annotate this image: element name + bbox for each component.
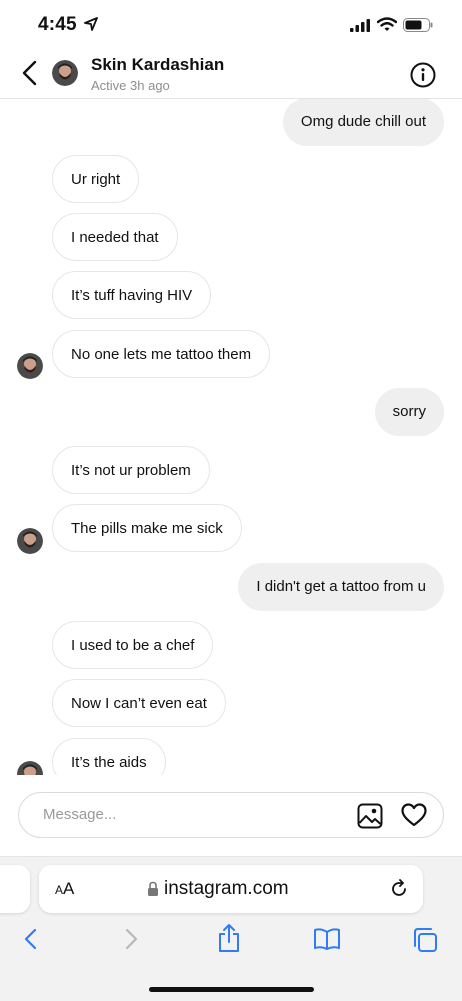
lock-icon	[148, 881, 158, 896]
message-composer	[18, 792, 444, 838]
home-indicator[interactable]	[149, 987, 314, 992]
reload-icon[interactable]	[389, 879, 409, 899]
heart-icon[interactable]	[401, 803, 427, 827]
message-bubble-incoming[interactable]: It’s the aids	[52, 738, 166, 775]
status-bar: 4:45	[0, 0, 462, 50]
cellular-signal-icon	[350, 19, 370, 32]
message-thread[interactable]: Omg dude chill out Ur right I needed tha…	[0, 99, 462, 775]
text-size-button[interactable]: AA	[55, 879, 74, 899]
tabs-icon[interactable]	[412, 927, 438, 953]
status-time: 4:45	[38, 14, 77, 35]
message-input[interactable]	[41, 805, 345, 824]
message-bubble-incoming[interactable]: It’s not ur problem	[52, 446, 210, 494]
share-icon[interactable]	[217, 923, 241, 953]
wifi-icon	[377, 17, 397, 31]
browser-forward-icon[interactable]	[122, 927, 140, 951]
contact-name[interactable]: Skin Kardashian	[91, 55, 224, 75]
message-bubble-incoming[interactable]: Now I can’t even eat	[52, 679, 226, 727]
message-bubble-incoming[interactable]: It’s tuff having HIV	[52, 271, 212, 319]
message-bubble-incoming[interactable]: I needed that	[52, 213, 178, 261]
info-icon[interactable]	[410, 62, 436, 88]
message-bubble-outgoing[interactable]: I didn't get a tattoo from u	[238, 563, 444, 611]
avatar[interactable]	[52, 60, 78, 86]
message-bubble-incoming[interactable]: No one lets me tattoo them	[52, 330, 271, 378]
sender-avatar[interactable]	[17, 761, 43, 775]
back-chevron-icon[interactable]	[20, 60, 40, 86]
browser-toolbar: AA instagram.com	[0, 856, 462, 1001]
battery-icon	[403, 18, 433, 32]
previous-tab-preview[interactable]	[0, 865, 30, 913]
message-bubble-outgoing[interactable]: Omg dude chill out	[282, 99, 444, 146]
sender-avatar[interactable]	[17, 528, 43, 554]
bookmarks-book-icon[interactable]	[313, 927, 341, 951]
image-icon[interactable]	[357, 803, 383, 829]
message-bubble-incoming[interactable]: I used to be a chef	[52, 621, 214, 669]
message-bubble-incoming[interactable]: Ur right	[52, 155, 140, 203]
url-text[interactable]: instagram.com	[164, 878, 289, 900]
location-arrow-icon	[84, 17, 98, 31]
sender-avatar[interactable]	[17, 353, 43, 379]
browser-back-icon[interactable]	[22, 927, 40, 951]
message-bubble-outgoing[interactable]: sorry	[374, 388, 444, 436]
message-bubble-incoming[interactable]: The pills make me sick	[52, 504, 242, 552]
address-bar[interactable]: AA instagram.com	[39, 865, 423, 913]
active-status: Active 3h ago	[91, 78, 170, 93]
chat-header: Skin Kardashian Active 3h ago	[0, 50, 462, 99]
